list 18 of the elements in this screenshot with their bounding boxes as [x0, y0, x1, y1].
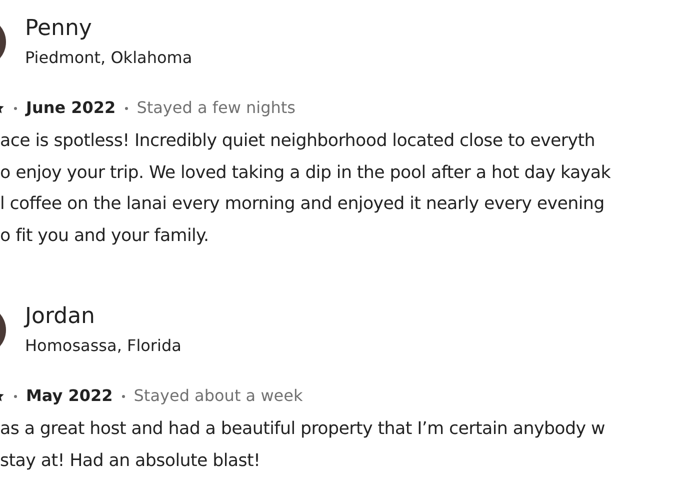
stay-length: Stayed about a week	[134, 385, 303, 407]
separator-dot	[122, 394, 125, 398]
reviewer-name: Jordan	[25, 303, 96, 331]
review-text-line: stay at! Had an absolute blast!	[0, 450, 262, 472]
review-date: May 2022	[26, 385, 113, 407]
review-text-line: as a great host and had a beautiful property that I’m certain anybody w	[0, 418, 606, 441]
separator-dot	[124, 106, 128, 110]
separator-dot	[14, 394, 17, 398]
reviewer-location: Piedmont, Oklahoma	[25, 47, 192, 69]
separator-dot	[14, 106, 17, 110]
stay-length: Stayed a few nights	[136, 97, 296, 119]
review-text-line: l coffee on the lanai every morning and enjoyed it nearly every evening	[0, 193, 606, 216]
review-text-line: o enjoy your trip. We loved taking a dip in the pool after a hot day kayak	[0, 162, 612, 184]
reviewer-location: Homosassa, Florida	[25, 335, 182, 357]
review-text-line: o fit you and your family.	[0, 224, 210, 248]
review-text-line: ace is spotless! Incredibly quiet neighborhood located close to everyth	[0, 130, 596, 153]
reviewer-name: Penny	[25, 15, 93, 43]
review-date: June 2022	[26, 97, 116, 119]
